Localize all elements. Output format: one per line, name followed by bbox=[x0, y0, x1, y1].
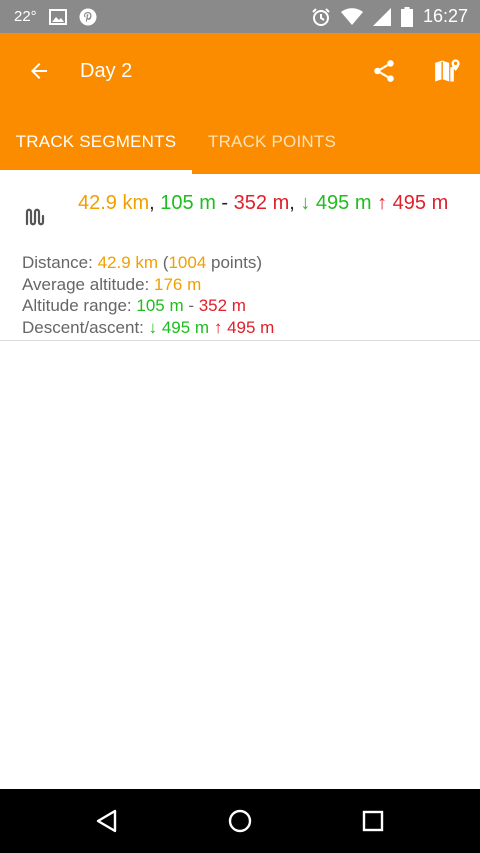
altitude-range-label: Altitude range: bbox=[22, 296, 137, 315]
ascent-value: ↑ 495 m bbox=[213, 317, 275, 337]
distance-label: Distance: bbox=[22, 253, 98, 272]
segment-distance: 42.9 km bbox=[78, 192, 150, 214]
average-altitude-row: Average altitude: 176 m bbox=[22, 274, 274, 296]
segment-details: Distance: 42.9 km (1004 points) Average … bbox=[22, 252, 274, 338]
tab-track-points[interactable]: TRACK POINTS bbox=[192, 110, 352, 174]
altitude-range-row: Altitude range: 105 m - 352 m bbox=[22, 295, 274, 317]
clock: 16:27 bbox=[422, 6, 468, 26]
altitude-range-min: 105 m bbox=[136, 296, 184, 315]
pinterest-icon bbox=[79, 8, 97, 25]
navigation-bar bbox=[0, 789, 480, 853]
distance-value: 42.9 km bbox=[97, 253, 159, 272]
track-path-icon bbox=[25, 208, 45, 226]
status-bar: 22° 16:27 bbox=[0, 0, 480, 33]
arrow-back-icon bbox=[31, 63, 47, 79]
range-dash: - bbox=[183, 296, 199, 315]
segment-min-altitude: 105 m bbox=[160, 192, 216, 214]
descent-value: ↓ 495 m bbox=[148, 317, 210, 337]
descent-ascent-label: Descent/ascent: bbox=[22, 317, 149, 337]
share-icon bbox=[374, 60, 394, 82]
map-marker-icon bbox=[435, 59, 460, 82]
altitude-range-max: 352 m bbox=[198, 296, 246, 315]
separator: , bbox=[289, 192, 295, 214]
circle-home-icon bbox=[228, 809, 252, 833]
alarm-icon bbox=[312, 7, 330, 26]
nav-home-button[interactable] bbox=[222, 803, 258, 839]
segment-descent: ↓ 495 m bbox=[300, 192, 372, 214]
signal-icon bbox=[372, 7, 391, 26]
temperature: 22° bbox=[14, 8, 37, 25]
tab-track-segments[interactable]: TRACK SEGMENTS bbox=[0, 110, 192, 174]
separator: , bbox=[149, 192, 155, 214]
nav-back-button[interactable] bbox=[89, 803, 125, 839]
nav-recents-button[interactable] bbox=[355, 803, 391, 839]
track-segment-item[interactable]: 42.9 km, 105 m - 352 m, ↓ 495 m ↑ 495 m … bbox=[0, 174, 480, 341]
triangle-back-icon bbox=[96, 809, 117, 833]
page-title: Day 2 bbox=[80, 60, 133, 82]
descent-ascent-row: Descent/ascent: ↓ 495 m ↑ 495 m bbox=[22, 317, 274, 339]
share-button[interactable] bbox=[364, 51, 404, 91]
points-open: ( bbox=[158, 253, 169, 272]
image-notification-icon bbox=[48, 8, 67, 25]
battery-icon bbox=[400, 6, 413, 27]
back-button[interactable] bbox=[20, 52, 58, 90]
segment-ascent: ↑ 495 m bbox=[377, 192, 449, 214]
points-count: 1004 bbox=[168, 253, 207, 272]
average-altitude-label: Average altitude: bbox=[22, 274, 154, 294]
points-label: points) bbox=[206, 253, 263, 272]
square-recents-icon bbox=[362, 810, 384, 832]
tab-bar: TRACK SEGMENTS TRACK POINTS bbox=[0, 110, 480, 174]
app-bar: Day 2 bbox=[0, 33, 480, 110]
dash: - bbox=[215, 192, 234, 214]
distance-row: Distance: 42.9 km (1004 points) bbox=[22, 252, 274, 274]
average-altitude-value: 176 m bbox=[154, 274, 202, 294]
segment-summary: 42.9 km, 105 m - 352 m, ↓ 495 m ↑ 495 m bbox=[78, 190, 458, 216]
wifi-icon bbox=[340, 7, 363, 25]
map-button[interactable] bbox=[428, 51, 468, 91]
segment-max-altitude: 352 m bbox=[233, 192, 290, 214]
